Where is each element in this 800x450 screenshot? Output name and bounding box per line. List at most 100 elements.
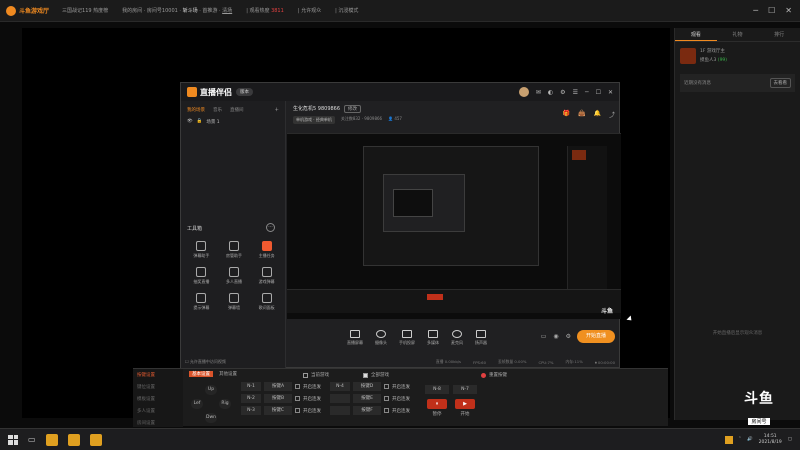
search-icon[interactable]: ▭ (28, 435, 36, 444)
key-slot[interactable]: N-4 (330, 382, 350, 391)
tab-key-positions[interactable]: 键位设置 (133, 381, 183, 393)
start-button[interactable]: ▶ 开始 (453, 399, 477, 419)
tab-my-scenes[interactable]: 我的场景 (187, 107, 205, 113)
tab-rank[interactable]: 排行 (758, 28, 800, 41)
dpad-left[interactable]: Lef (191, 399, 203, 409)
other-settings-link[interactable]: 其他设置 (219, 371, 237, 377)
key-assign[interactable]: 按键D (353, 382, 381, 391)
tool-tip-danmaku[interactable]: 提示弹幕 (185, 293, 218, 311)
notification-icon[interactable]: ▢ (788, 437, 792, 442)
immersive-mode-toggle[interactable]: | 沉浸模式 (328, 7, 365, 14)
key-assign[interactable]: 按键A (264, 382, 292, 391)
tab-key-settings[interactable]: 按键设置 (133, 369, 183, 381)
key-assign[interactable]: 按键C (264, 406, 292, 415)
tab-gifts[interactable]: 礼物 (717, 28, 759, 41)
user-card[interactable]: 1F 游戏厅主 摸鱼人3 (99) (675, 42, 800, 70)
repeat-checkbox[interactable] (295, 396, 300, 401)
key-slot[interactable]: N-3 (241, 406, 261, 415)
share-icon[interactable]: ⤴ (609, 110, 615, 119)
scene-item[interactable]: 👁 🔒 场景 1 (181, 116, 285, 128)
tray-app-icon[interactable] (724, 435, 733, 444)
key-assign[interactable]: 按键E (353, 394, 381, 403)
current-game-option[interactable]: 当前游戏 (303, 372, 329, 378)
key-slot-n7[interactable]: N-7 (453, 385, 477, 394)
tool-lottery[interactable]: 抽奖直播 (185, 267, 218, 285)
taskbar-app-3[interactable] (89, 433, 102, 446)
user-avatar[interactable] (518, 87, 529, 97)
minimize-icon[interactable]: ─ (753, 6, 758, 15)
tab-watch[interactable]: 观看 (675, 28, 717, 41)
speaker-button[interactable]: 扬声器 (475, 330, 487, 346)
tool-game-danmaku[interactable]: 游戏弹幕 (250, 267, 283, 285)
tool-streamer-task[interactable]: 主播任务 (250, 241, 283, 259)
key-slot[interactable] (330, 406, 350, 415)
preview-eye-icon[interactable]: ◉ (553, 333, 558, 340)
screen-capture-button[interactable]: 直播屏幕 (347, 330, 363, 346)
repeat-checkbox[interactable] (295, 408, 300, 413)
tool-danmaku-helper[interactable]: 弹幕助手 (185, 241, 218, 259)
add-scene-icon[interactable]: ＋ (275, 107, 280, 113)
gift-icon[interactable]: 🎁 (563, 110, 570, 119)
microphone-button[interactable]: 麦克风 (451, 330, 463, 346)
key-assign[interactable]: 按键B (264, 394, 292, 403)
key-slot[interactable] (330, 394, 350, 403)
stream-settings-icon[interactable]: ⚙ (566, 333, 571, 340)
version-badge[interactable]: 版本 (236, 88, 253, 96)
toolbox-more-icon[interactable]: ··· (266, 223, 275, 232)
tab-music[interactable]: 音乐 (213, 107, 222, 113)
edit-room-button[interactable]: 修改 (344, 105, 362, 113)
camera-button[interactable]: 摄像头 (375, 330, 387, 346)
tool-room-manager[interactable]: 房管助手 (218, 241, 251, 259)
clear-link[interactable]: 清场 (222, 8, 232, 14)
taskbar-app-1[interactable] (45, 433, 58, 446)
reset-keys-option[interactable]: 重置按键 (481, 372, 507, 378)
tab-multiplayer[interactable]: 多人设置 (133, 405, 183, 417)
checkbox[interactable] (303, 372, 308, 378)
close-icon[interactable]: ✕ (608, 89, 613, 96)
repeat-checkbox[interactable] (295, 384, 300, 389)
dpad-up[interactable]: Up (205, 385, 217, 395)
lock-icon[interactable]: 🔒 (197, 119, 203, 125)
app-logo[interactable]: 斗鱼游戏厅 (0, 5, 55, 16)
repeat-checkbox[interactable] (384, 384, 389, 389)
basic-settings-tag[interactable]: 基本设置 (189, 371, 213, 377)
allow-video-checkbox[interactable]: ☐ 允许直播中访问视频 (185, 359, 226, 365)
allow-viewers-toggle[interactable]: | 允许观众 (291, 7, 328, 14)
tool-multi-live[interactable]: 多人直播 (218, 267, 251, 285)
start-live-button[interactable]: 开始直播 (577, 330, 615, 343)
checkbox[interactable] (363, 372, 368, 378)
maximize-icon[interactable]: ☐ (768, 6, 775, 15)
key-slot[interactable]: N-1 (241, 382, 261, 391)
eye-icon[interactable]: 👁 (187, 119, 193, 125)
media-button[interactable]: 多媒体 (427, 330, 439, 346)
pause-button[interactable]: ⏸ 暂停 (425, 399, 449, 419)
tool-lyrics[interactable]: 歌词面板 (250, 293, 283, 311)
dpad-right[interactable]: Rig (219, 399, 231, 409)
skin-icon[interactable]: ◐ (548, 89, 553, 96)
key-slot[interactable]: N-2 (241, 394, 261, 403)
stream-preview[interactable]: 斗鱼 (287, 133, 621, 319)
menu-icon[interactable]: ☰ (573, 89, 578, 96)
phone-cast-button[interactable]: 手机投屏 (399, 330, 415, 346)
repeat-checkbox[interactable] (384, 408, 389, 413)
dpad-down[interactable]: Dwn (205, 413, 217, 423)
close-icon[interactable]: ✕ (785, 6, 792, 15)
bell-icon[interactable]: 🔔 (594, 110, 601, 119)
minimize-icon[interactable]: ─ (585, 89, 589, 96)
settings-icon[interactable]: ⚙ (560, 89, 565, 96)
key-assign[interactable]: 按键F (353, 406, 381, 415)
record-icon[interactable]: ▭ (541, 333, 547, 340)
tab-template[interactable]: 模板设置 (133, 393, 183, 405)
notice-button[interactable]: 去看看 (769, 78, 791, 88)
speaker-icon[interactable]: 🔊 (747, 437, 753, 442)
clock[interactable]: 14:51 2021/8/19 (759, 434, 782, 446)
tab-live-room[interactable]: 直播间 (230, 107, 244, 113)
key-slot-n8[interactable]: N-8 (425, 385, 449, 394)
tool-danmaku-wall[interactable]: 弹幕墙 (218, 293, 251, 311)
room-category[interactable]: 单机游戏 · 经典单机 (293, 116, 335, 124)
windows-start-icon[interactable] (8, 434, 18, 445)
repeat-checkbox[interactable] (384, 396, 389, 401)
maximize-icon[interactable]: ☐ (596, 89, 601, 96)
taskbar-app-2[interactable] (67, 433, 80, 446)
chevron-up-icon[interactable]: ˄ (739, 437, 741, 442)
